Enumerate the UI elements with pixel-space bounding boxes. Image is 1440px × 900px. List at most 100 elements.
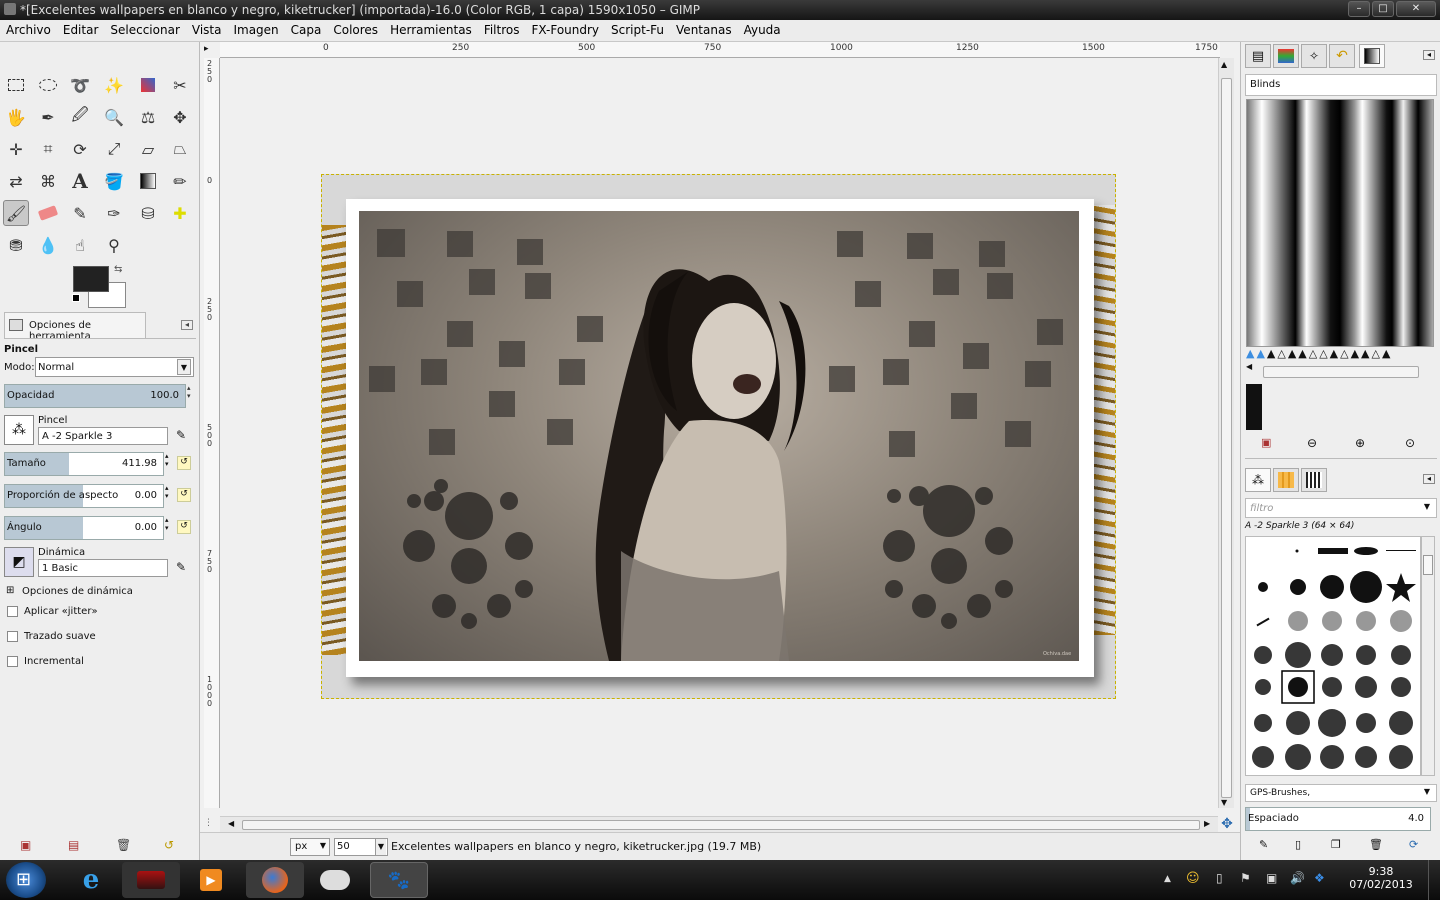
perspective-icon[interactable]: ⏢ xyxy=(167,136,193,162)
edit-brush-icon[interactable]: ✎ xyxy=(1259,838,1268,851)
tab-patterns[interactable] xyxy=(1273,468,1299,492)
tab-tool-options[interactable]: Opciones de herramienta xyxy=(4,312,146,342)
usb-icon[interactable]: ▯ xyxy=(1216,871,1223,885)
taskbar-ie-button[interactable]: e xyxy=(62,862,120,898)
magic-wand-icon[interactable]: ✨ xyxy=(101,72,127,98)
brush-field[interactable]: A -2 Sparkle 3 xyxy=(38,427,168,445)
tab-brushes[interactable]: ⁂ xyxy=(1245,468,1271,492)
panel-menu-icon[interactable]: ◂ xyxy=(1423,474,1435,484)
taskbar-firefox-button[interactable] xyxy=(246,862,304,898)
tab-layers[interactable]: ▤ xyxy=(1245,44,1271,68)
jitter-checkbox[interactable] xyxy=(7,606,18,617)
menu-ventanas[interactable]: Ventanas xyxy=(670,20,738,37)
dynamics-field[interactable]: 1 Basic xyxy=(38,559,168,577)
ellipse-select-icon[interactable] xyxy=(35,72,61,98)
heal-icon[interactable]: ✚ xyxy=(167,200,193,226)
volume-icon[interactable]: 🔊 xyxy=(1290,871,1305,885)
zoom-all-icon[interactable]: ⊙ xyxy=(1405,436,1415,450)
perspective-clone-icon[interactable]: ⛃ xyxy=(3,232,29,258)
horizontal-scroll-thumb[interactable] xyxy=(242,820,1200,830)
lasso-icon[interactable]: ➰ xyxy=(67,72,93,98)
tab-fonts[interactable] xyxy=(1301,468,1327,492)
dodge-burn-icon[interactable]: ⚲ xyxy=(101,232,127,258)
eraser-icon[interactable] xyxy=(35,200,61,226)
menu-fx-foundry[interactable]: FX-Foundry xyxy=(525,20,605,37)
dynamics-options-label[interactable]: Opciones de dinámica xyxy=(22,586,133,597)
foreground-select-icon[interactable]: 🖐 xyxy=(3,104,29,130)
zoom-select[interactable]: 50 ▼ xyxy=(334,838,388,856)
clock[interactable]: 9:38 07/02/2013 xyxy=(1346,865,1416,891)
tab-gradients[interactable] xyxy=(1359,44,1385,68)
edit-brush-icon[interactable]: ✎ xyxy=(176,428,186,442)
opacity-slider[interactable]: Opacidad 100.0 xyxy=(4,384,186,408)
menu-colores[interactable]: Colores xyxy=(327,20,384,37)
blur-icon[interactable]: 💧 xyxy=(35,232,61,258)
angle-slider[interactable]: Ángulo 0.00 xyxy=(4,516,164,540)
show-desktop-button[interactable] xyxy=(1428,860,1440,900)
image-canvas[interactable]: Ochiva.dae xyxy=(321,174,1116,699)
zoom-in-icon[interactable]: ⊕ xyxy=(1355,436,1365,450)
show-hidden-icons[interactable]: ▲ xyxy=(1164,874,1171,884)
incremental-checkbox[interactable] xyxy=(7,656,18,667)
flip-icon[interactable]: ⇄ xyxy=(3,168,29,194)
opacity-spin-icon[interactable]: ▴ ▾ xyxy=(187,384,195,408)
blend-icon[interactable] xyxy=(135,168,161,194)
scale-icon[interactable]: ⤢ xyxy=(101,136,127,162)
start-button[interactable]: ⊞ xyxy=(6,862,46,898)
dynamics-preview-icon[interactable]: ◩ xyxy=(4,547,34,577)
scroll-left-icon[interactable]: ◀ xyxy=(228,819,234,828)
duplicate-brush-icon[interactable]: ❐ xyxy=(1331,838,1341,851)
delete-brush-icon[interactable]: 🗑 xyxy=(1369,838,1383,851)
brush-preview-icon[interactable]: ⁂ xyxy=(4,415,34,445)
expand-icon[interactable]: ⊞ xyxy=(6,585,14,596)
brush-tag-field[interactable]: GPS-Brushes, ▼ xyxy=(1245,784,1437,802)
aspect-spin-icon[interactable]: ▴ ▾ xyxy=(165,484,173,508)
taskbar-cloud-button[interactable] xyxy=(306,862,364,898)
horizontal-scrollbar[interactable]: ◀ ▶ xyxy=(220,816,1218,832)
brush-scroll-thumb[interactable] xyxy=(1423,555,1433,575)
gradient-editor-preview[interactable] xyxy=(1246,99,1434,347)
panel-menu-icon[interactable]: ◂ xyxy=(1423,50,1435,60)
cage-transform-icon[interactable]: ⌘ xyxy=(35,168,61,194)
panel-menu-icon[interactable]: ◂ xyxy=(181,320,193,330)
menu-capa[interactable]: Capa xyxy=(285,20,328,37)
rect-select-icon[interactable] xyxy=(3,72,29,98)
menu-script-fu[interactable]: Script-Fu xyxy=(605,20,670,37)
tab-paths[interactable]: ✧ xyxy=(1301,44,1327,68)
gradient-scrollbar[interactable] xyxy=(1263,366,1419,378)
menu-editar[interactable]: Editar xyxy=(57,20,105,37)
tray-app-icon[interactable]: ☺ xyxy=(1186,871,1200,886)
refresh-brushes-icon[interactable]: ⟳ xyxy=(1409,838,1418,851)
scissors-icon[interactable]: ✂ xyxy=(167,72,193,98)
tab-channels[interactable] xyxy=(1273,44,1299,68)
minimize-button[interactable]: – xyxy=(1348,1,1370,17)
reset-options-icon[interactable]: ↺ xyxy=(164,838,174,852)
edit-dynamics-icon[interactable]: ✎ xyxy=(176,560,186,574)
delete-options-icon[interactable]: 🗑 xyxy=(116,838,131,852)
dropbox-icon[interactable]: ❖ xyxy=(1314,871,1325,885)
menu-herramientas[interactable]: Herramientas xyxy=(384,20,478,37)
paintbrush-icon[interactable]: 🖌 xyxy=(3,200,29,226)
scroll-left-icon[interactable]: ◀ xyxy=(1246,362,1258,374)
tab-undo[interactable]: ↶ xyxy=(1329,44,1355,68)
size-slider[interactable]: Tamaño 411.98 xyxy=(4,452,164,476)
size-spin-icon[interactable]: ▴ ▾ xyxy=(165,452,173,476)
pencil-icon[interactable]: ✏ xyxy=(167,168,193,194)
taskbar-gimp-button[interactable]: 🐾 xyxy=(370,862,428,898)
ruler-corner-icon[interactable]: ▸ xyxy=(204,44,209,54)
scroll-up-icon[interactable]: ▲ xyxy=(1221,60,1227,69)
text-icon[interactable]: A xyxy=(67,168,93,194)
vertical-scrollbar[interactable]: ▲ ▼ xyxy=(1218,58,1234,808)
scroll-down-icon[interactable]: ▼ xyxy=(1221,798,1227,807)
select-by-color-icon[interactable] xyxy=(135,72,161,98)
move-icon[interactable]: ✥ xyxy=(167,104,193,130)
foreground-color-swatch[interactable] xyxy=(73,266,109,292)
taskbar-media-button[interactable]: ▶ xyxy=(182,862,240,898)
clone-icon[interactable]: ⛁ xyxy=(135,200,161,226)
close-button[interactable]: ✕ xyxy=(1396,1,1436,17)
crop-icon[interactable]: ⌗ xyxy=(35,136,61,162)
menu-vista[interactable]: Vista xyxy=(186,20,228,37)
menu-imagen[interactable]: Imagen xyxy=(227,20,284,37)
unit-select[interactable]: px ▼ xyxy=(290,838,330,856)
bucket-fill-icon[interactable]: 🪣 xyxy=(101,168,127,194)
